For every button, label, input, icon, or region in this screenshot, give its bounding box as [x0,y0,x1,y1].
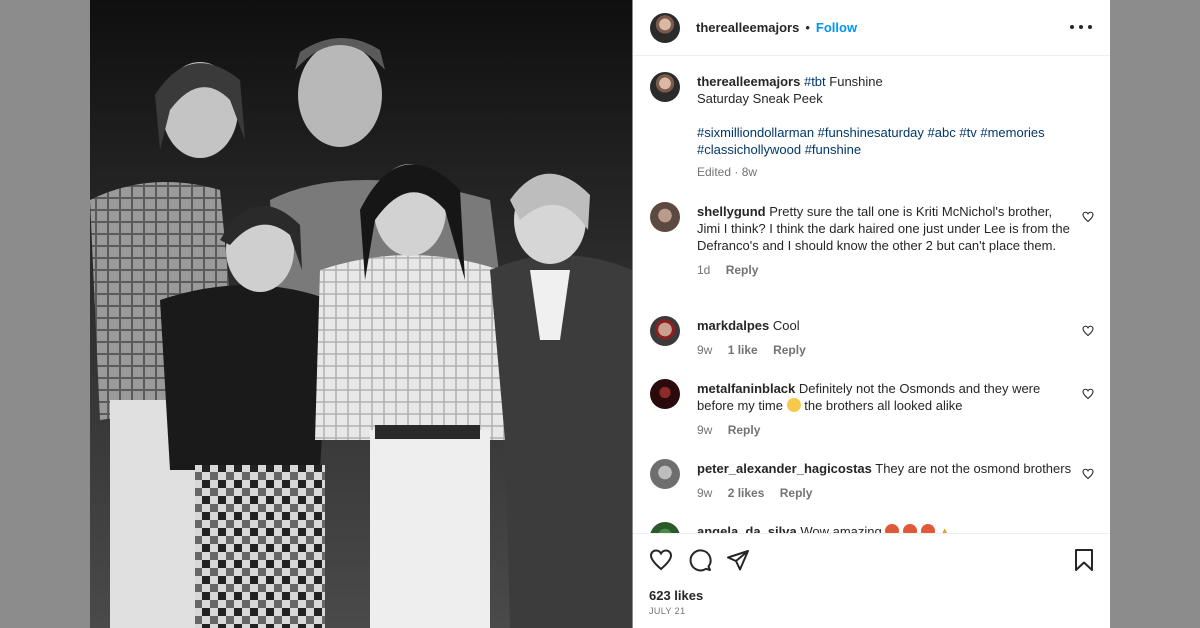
comment-username[interactable]: markdalpes [697,318,769,333]
hashtag-link[interactable]: #funshine [805,142,861,157]
fire-emoji-icon: ▲ [938,524,952,533]
avatar[interactable] [650,522,680,533]
reply-button[interactable]: Reply [780,486,813,500]
comment-time: 9w [697,423,713,437]
more-options-icon[interactable] [1070,17,1092,37]
heart-eyes-emoji-icon [903,524,918,533]
avatar[interactable] [650,72,680,102]
reply-button[interactable]: Reply [773,343,806,357]
post-photo[interactable] [90,0,632,628]
separator-dot: • [805,20,810,35]
avatar[interactable] [650,459,680,489]
photo-content [90,0,632,628]
comment-likes[interactable]: 1 like [728,343,758,357]
post-header: therealleemajors • Follow [633,0,1110,56]
post-date: JULY 21 [649,606,686,616]
hashtag-link[interactable]: #classichollywood [697,142,801,157]
comment-username[interactable]: peter_alexander_hagicostas [697,461,872,476]
comments-list[interactable]: therealleemajors #tbt Funshine Saturday … [633,56,1110,533]
hashtag-link[interactable]: #sixmilliondollarman [697,125,814,140]
hashtags-line1: #sixmilliondollarman #funshinesaturday #… [697,124,1072,141]
avatar[interactable] [650,379,680,409]
author-username[interactable]: therealleemajors [696,20,799,35]
caption-username[interactable]: therealleemajors [697,74,800,89]
edited-label: Edited · 8w [697,165,758,179]
post-details-panel: therealleemajors • Follow therealleemajo… [633,0,1110,628]
comment-time: 1d [697,263,711,277]
comment-username[interactable]: angela_da_silva [697,524,797,533]
grinning-emoji-icon [786,398,801,412]
caption-text-line2: Saturday Sneak Peek [697,91,823,106]
comment-bubble-icon[interactable] [688,548,712,572]
hashtag-link[interactable]: #tv [959,125,976,140]
heart-icon[interactable] [1082,388,1094,400]
caption-text: Funshine [825,74,883,89]
comment-username[interactable]: metalfaninblack [697,381,795,396]
comment-time: 9w [697,486,713,500]
hashtags-line2: #classichollywood #funshine [697,141,1072,158]
comment-text: They are not the osmond brothers [875,461,1072,476]
heart-icon[interactable] [649,548,673,572]
hashtag-link[interactable]: #funshinesaturday [818,125,924,140]
reply-button[interactable]: Reply [726,263,759,277]
reply-button[interactable]: Reply [728,423,761,437]
heart-eyes-emoji-icon [885,524,900,533]
avatar[interactable] [650,316,680,346]
comment-meta: 9w 2 likes Reply [697,485,1072,502]
hashtag-link[interactable]: #tbt [804,74,826,89]
comment-meta: 9w Reply [697,422,1072,439]
comment-meta: 9w 1 like Reply [697,342,1072,359]
comment-text: Cool [772,318,800,333]
comment-username[interactable]: shellygund [697,204,766,219]
heart-eyes-emoji-icon [920,524,935,533]
avatar[interactable] [650,202,680,232]
comment-time: 9w [697,343,713,357]
comment-meta: 1d Reply [697,262,1072,279]
paper-plane-icon[interactable] [726,548,750,572]
comment-text: the brothers all looked alike [804,398,963,413]
likes-count[interactable]: 623 likes [649,588,703,603]
bookmark-icon[interactable] [1073,548,1095,572]
comment-text: Wow amazing [800,524,882,533]
action-bar: 623 likes JULY 21 [633,533,1110,628]
hashtag-link[interactable]: #abc [928,125,956,140]
heart-icon[interactable] [1082,325,1094,337]
follow-button[interactable]: Follow [816,20,857,35]
hashtag-link[interactable]: #memories [980,125,1044,140]
comment-likes[interactable]: 2 likes [728,486,765,500]
heart-icon[interactable] [1082,468,1094,480]
avatar[interactable] [650,12,680,43]
heart-icon[interactable] [1082,211,1094,223]
